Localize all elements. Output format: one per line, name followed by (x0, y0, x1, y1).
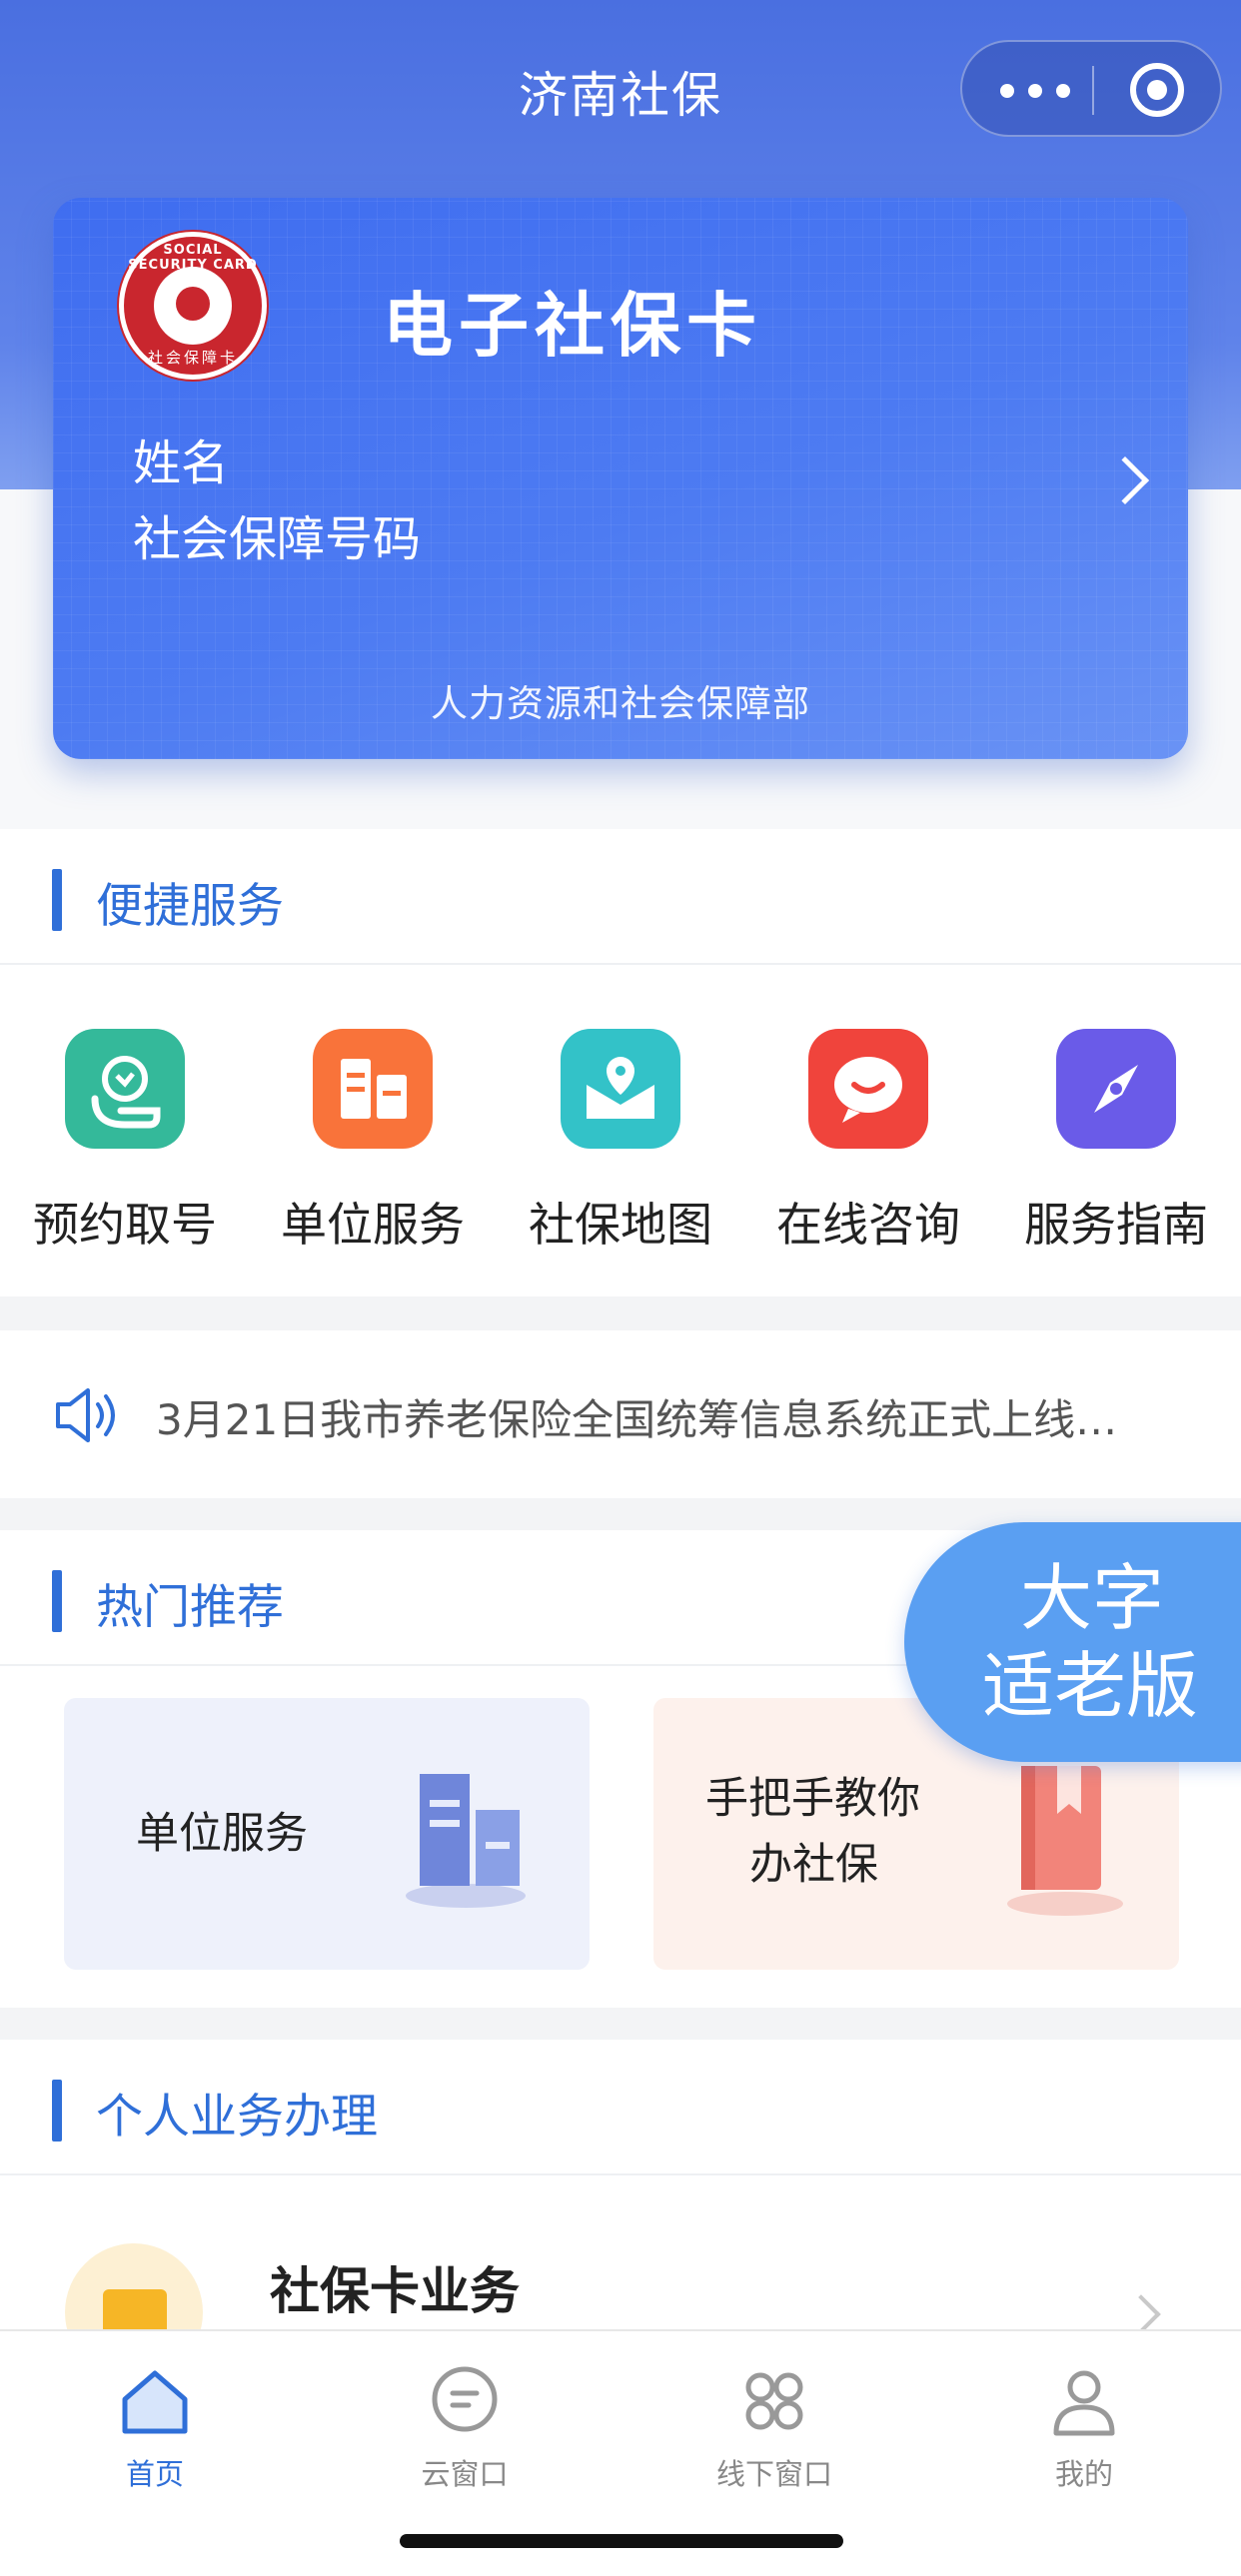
quick-item-map[interactable]: 社保地图 (506, 1029, 735, 1269)
chat-smile-icon (808, 1029, 928, 1149)
tab-home[interactable]: 首页 (0, 2341, 310, 2491)
social-security-seal-logo: SOCIAL SECURITY CARD 社会保障卡 (119, 232, 267, 380)
home-icon (122, 2370, 188, 2434)
section-accent-bar (52, 2080, 62, 2142)
notice-bar[interactable]: 3月21日我市养老保险全国统筹信息系统正式上线… (0, 1330, 1241, 1498)
list-item-title[interactable]: 社保卡业务 (270, 2251, 520, 2323)
quick-item-online-consult[interactable]: 在线咨询 (753, 1029, 983, 1269)
section-accent-bar (52, 1570, 62, 1632)
command-grid-icon (745, 2372, 803, 2430)
card-title: 电子社保卡 (383, 284, 762, 367)
tab-mine[interactable]: 我的 (929, 2341, 1239, 2491)
map-pin-icon (561, 1029, 680, 1149)
card-ssn-label: 社会保障号码 (133, 511, 422, 567)
section-accent-bar (52, 869, 62, 931)
tab-offline-window[interactable]: 线下窗口 (620, 2341, 929, 2491)
building-icon (313, 1029, 433, 1149)
chevron-right-icon[interactable] (1100, 455, 1150, 505)
compass-icon (1056, 1029, 1176, 1149)
quick-item-appointment[interactable]: 预约取号 (10, 1029, 240, 1269)
hand-heart-icon (65, 1029, 185, 1149)
section-title: 便捷服务 (96, 879, 284, 934)
section-title: 热门推荐 (96, 1580, 284, 1635)
section-header: 便捷服务 (0, 829, 1241, 965)
building-icon (406, 1774, 526, 1908)
user-icon (1053, 2370, 1115, 2436)
chat-bubble-icon (432, 2366, 498, 2432)
e-social-security-card[interactable]: SOCIAL SECURITY CARD 社会保障卡 电子社保卡 姓名 社会保障… (53, 198, 1188, 759)
quick-item-employer-service[interactable]: 单位服务 (258, 1029, 488, 1269)
more-icon[interactable] (1000, 78, 1070, 102)
notice-text: 3月21日我市养老保险全国统筹信息系统正式上线… (156, 1395, 1118, 1444)
close-miniprogram-icon[interactable] (1130, 63, 1184, 117)
elder-mode-button[interactable]: 大字 适老版 (904, 1522, 1241, 1762)
section-title: 个人业务办理 (96, 2090, 378, 2145)
capsule-divider (1092, 66, 1094, 115)
card-issuer: 人力资源和社会保障部 (431, 682, 810, 725)
hot-card-employer-service[interactable]: 单位服务 (64, 1698, 590, 1970)
card-name-label: 姓名 (133, 435, 230, 491)
quick-item-guide[interactable]: 服务指南 (1001, 1029, 1231, 1269)
home-indicator (400, 2534, 843, 2548)
miniprogram-capsule (960, 40, 1222, 137)
tab-cloud-window[interactable]: 云窗口 (310, 2341, 620, 2491)
book-icon (1007, 1766, 1123, 1916)
speaker-icon (56, 1388, 115, 1442)
quick-services-section: 便捷服务 预约取号 单位服务 社保地图 在线咨询 服务指南 (0, 829, 1241, 1296)
section-header: 个人业务办理 (0, 2040, 1241, 2175)
